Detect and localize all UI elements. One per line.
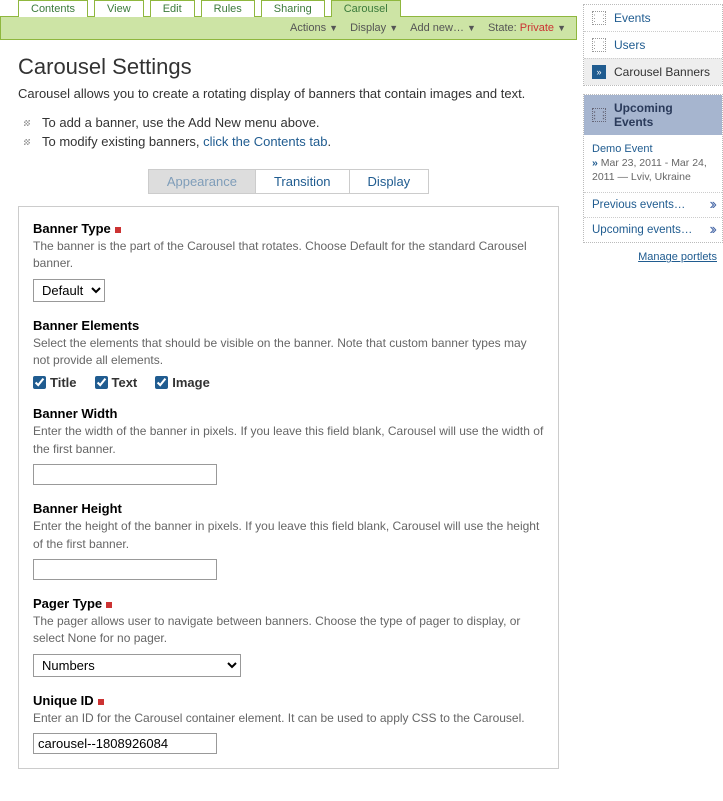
field-banner-width: Banner Width Enter the width of the bann… [33,406,544,485]
grid-icon: ⋮⋮ [592,11,606,25]
checkbox-text[interactable]: Text [95,375,138,390]
event-link[interactable]: Demo Event [592,143,714,155]
instruction-item: To add a banner, use the Add New menu ab… [24,115,559,130]
content-tabs: Contents View Edit Rules Sharing Carousel [0,0,577,17]
tab-carousel[interactable]: Carousel [331,0,401,17]
instruction-item: To modify existing banners, click the Co… [24,134,559,149]
grid-icon: ⋮⋮ [592,108,606,122]
page-intro: Carousel allows you to create a rotating… [18,86,559,103]
checkbox-input-image[interactable] [155,376,168,389]
tab-edit[interactable]: Edit [150,0,195,17]
banner-width-input[interactable] [33,464,217,485]
display-menu[interactable]: Display ▼ [346,20,402,36]
unique-id-input[interactable] [33,733,217,754]
field-banner-height: Banner Height Enter the height of the ba… [33,501,544,580]
grid-icon: ⋮⋮ [592,38,606,52]
banner-height-input[interactable] [33,559,217,580]
instruction-list: To add a banner, use the Add New menu ab… [24,115,559,149]
field-banner-elements: Banner Elements Select the elements that… [33,318,544,391]
double-chevron-icon: ›› [709,200,714,210]
dropdown-arrow-icon: ▼ [389,23,398,33]
manage-portlets: Manage portlets [583,243,723,263]
tab-view[interactable]: View [94,0,144,17]
actions-menu[interactable]: Actions ▼ [286,20,342,36]
portlet-link[interactable]: Previous events…›› [584,192,722,217]
arrow-right-icon: » [592,65,606,79]
settings-tabs: AppearanceTransitionDisplay [18,169,559,194]
sidebar-item-events[interactable]: ⋮⋮Events [584,5,722,31]
manage-portlets-link[interactable]: Manage portlets [638,251,717,263]
tab-contents[interactable]: Contents [18,0,88,17]
settings-tab-display[interactable]: Display [350,170,429,193]
double-chevron-icon: ›› [709,225,714,235]
required-icon [98,699,104,705]
pager-type-select[interactable]: Numbers [33,654,241,677]
checkbox-input-text[interactable] [95,376,108,389]
checkbox-title[interactable]: Title [33,375,77,390]
dropdown-arrow-icon: ▼ [467,23,476,33]
contents-tab-link[interactable]: click the Contents tab [203,134,327,149]
portlet-link[interactable]: Upcoming events…›› [584,217,722,242]
dropdown-arrow-icon: ▼ [329,23,338,33]
dropdown-arrow-icon: ▼ [557,23,566,33]
upcoming-events-portlet: ⋮⋮ Upcoming Events Demo Event » Mar 23, … [583,94,723,243]
checkbox-input-title[interactable] [33,376,46,389]
event-meta: » Mar 23, 2011 - Mar 24, 2011 — Lviv, Uk… [592,157,714,184]
settings-tab-transition[interactable]: Transition [256,170,350,193]
sidebar-item-carousel-banners[interactable]: »Carousel Banners [584,58,722,85]
portlet-header: ⋮⋮ Upcoming Events [584,95,722,135]
add-new-menu[interactable]: Add new… ▼ [406,20,480,36]
settings-tab-appearance[interactable]: Appearance [149,170,256,193]
banner-type-select[interactable]: Default [33,279,105,302]
field-banner-type: Banner Type The banner is the part of th… [33,221,544,302]
appearance-fieldset: Banner Type The banner is the part of th… [18,206,559,769]
field-pager-type: Pager Type The pager allows user to navi… [33,596,544,677]
state-menu[interactable]: State: Private ▼ [484,20,570,36]
tab-sharing[interactable]: Sharing [261,0,325,17]
required-icon [115,227,121,233]
checkbox-image[interactable]: Image [155,375,210,390]
page-title: Carousel Settings [18,54,559,80]
sidebar-nav: ⋮⋮Events⋮⋮Users»Carousel Banners [583,4,723,86]
required-icon [106,602,112,608]
field-unique-id: Unique ID Enter an ID for the Carousel c… [33,693,544,754]
sidebar-item-users[interactable]: ⋮⋮Users [584,31,722,58]
tab-rules[interactable]: Rules [201,0,255,17]
action-bar: Actions ▼ Display ▼ Add new… ▼ State: Pr… [0,16,577,40]
